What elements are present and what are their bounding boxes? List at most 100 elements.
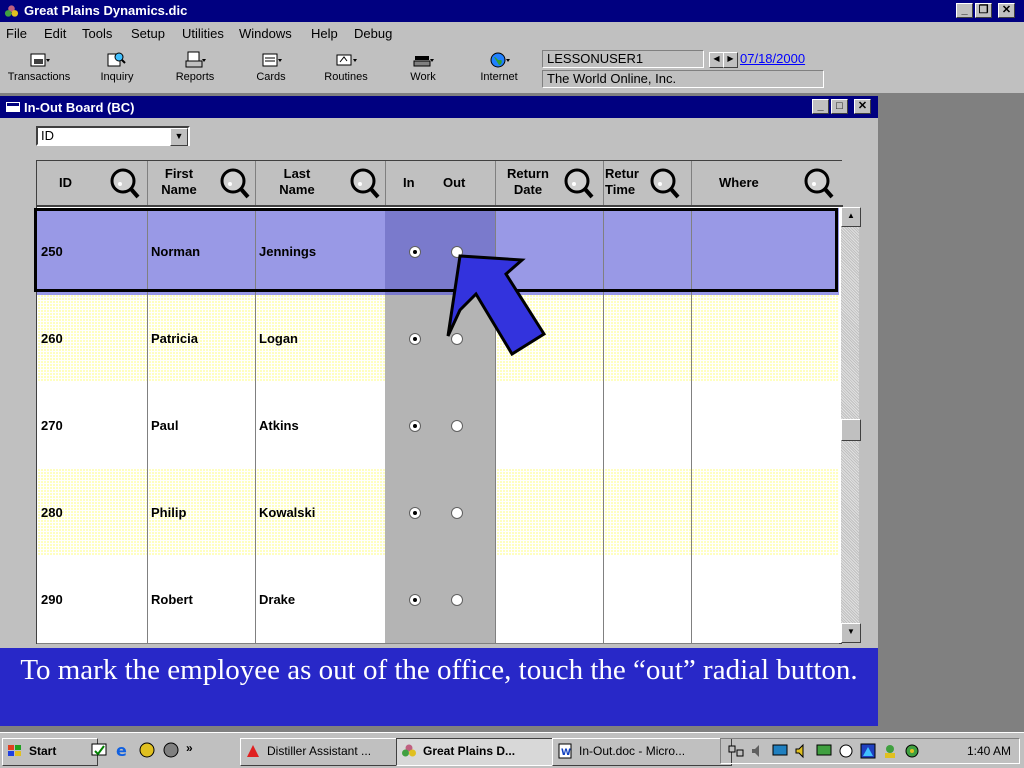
employee-id: 270 [41,418,63,433]
lookup-where-icon[interactable] [801,165,835,201]
out-radio[interactable] [451,507,463,519]
out-radio[interactable] [451,594,463,606]
svg-text:e: e [116,741,127,759]
volume-icon[interactable] [749,742,767,760]
in-radio[interactable] [409,420,421,432]
cell-last-name: Drake [255,556,386,643]
window-maximize-button[interactable]: □ [831,99,848,114]
task-great-plains[interactable]: Great Plains D... [396,738,576,766]
window-icon [6,102,20,112]
task-distiller-assistant[interactable]: Distiller Assistant ... [240,738,420,766]
employee-id: 260 [41,331,63,346]
in-radio[interactable] [409,594,421,606]
routines-label: Routines [324,71,368,83]
inquiry-icon [107,52,126,67]
svg-text:W: W [561,748,571,758]
network-icon[interactable] [727,742,745,760]
window-close-button[interactable]: ✕ [854,99,871,114]
scroll-up-icon[interactable]: ▲ [841,207,861,227]
lookup-id-icon[interactable] [107,165,141,201]
start-button[interactable]: Start [2,738,98,766]
cell-last-name: Atkins [255,382,386,469]
quick-launch-icon[interactable] [162,741,180,759]
cell-where[interactable] [691,469,839,556]
cell-return-date[interactable] [495,556,604,643]
cell-return-time[interactable] [603,295,692,382]
menu-help[interactable]: Help [311,26,338,41]
table-row[interactable]: 290 Robert Drake [37,556,839,644]
cell-return-time[interactable] [603,556,692,643]
gear-icon[interactable] [903,742,921,760]
word-document-icon: W [558,743,572,759]
monitor-icon[interactable] [771,742,789,760]
header-return-date-label: Return Date [507,166,549,197]
cell-return-time[interactable] [603,469,692,556]
menu-utilities[interactable]: Utilities [182,26,224,41]
reports-button[interactable]: Reports [160,48,230,90]
restore-button[interactable]: ❐ [975,3,992,18]
transactions-button[interactable]: Transactions [4,48,74,90]
cell-return-date[interactable] [495,382,604,469]
cell-return-time[interactable] [603,382,692,469]
task-in-out-doc[interactable]: W In-Out.doc - Micro... [552,738,732,766]
internet-explorer-icon[interactable]: e [114,741,132,759]
lookup-last-name-icon[interactable] [347,165,381,201]
sort-by-dropdown[interactable]: ID ▼ [36,126,190,146]
speaker-icon[interactable] [793,742,811,760]
menu-debug[interactable]: Debug [354,26,392,41]
cell-where[interactable] [691,556,839,643]
menu-file[interactable]: File [6,26,27,41]
window-title: In-Out Board (BC) [24,100,135,115]
cell-return-date[interactable] [495,469,604,556]
inquiry-button[interactable]: Inquiry [82,48,152,90]
task-scheduler-icon[interactable] [859,742,877,760]
routines-button[interactable]: Routines [311,48,381,90]
table-row[interactable]: 270 Paul Atkins [37,382,839,470]
lookup-first-name-icon[interactable] [217,165,251,201]
window-minimize-button[interactable]: _ [812,99,829,114]
grid-scrollbar[interactable]: ▲ ▼ [841,207,861,643]
system-tray: 1:40 AM [720,738,1020,764]
chevron-down-icon[interactable]: ▼ [170,128,188,146]
work-button[interactable]: Work [388,48,458,90]
start-label: Start [29,744,57,758]
menu-tools[interactable]: Tools [82,26,112,41]
antivirus-icon[interactable] [837,742,855,760]
in-radio[interactable] [409,333,421,345]
sort-by-value: ID [41,128,54,143]
app-title-bar: Great Plains Dynamics.dic _ ❐ ✕ [0,0,1024,22]
minimize-button[interactable]: _ [956,3,973,18]
menu-edit[interactable]: Edit [44,26,66,41]
internet-button[interactable]: Internet [464,48,534,90]
out-radio[interactable] [451,420,463,432]
employee-first-name: Philip [151,505,187,520]
menu-setup[interactable]: Setup [131,26,165,41]
cell-in-out [385,382,496,469]
menu-windows[interactable]: Windows [239,26,292,41]
messenger-icon[interactable] [881,742,899,760]
header-out-label: Out [443,175,466,190]
scroll-thumb[interactable] [841,419,861,441]
cell-where[interactable] [691,295,839,382]
lookup-return-time-icon[interactable] [647,165,681,201]
cards-button[interactable]: Cards [236,48,306,90]
work-label: Work [410,71,436,83]
instruction-caption: To mark the employee as out of the offic… [0,648,878,726]
desktop-icon[interactable] [90,741,108,759]
display-icon[interactable] [815,742,833,760]
table-row[interactable]: 280 Philip Kowalski [37,469,839,557]
cell-where[interactable] [691,382,839,469]
taskbar: Start e » Distiller Assistant ... Great … [0,732,1024,768]
previous-arrow-icon[interactable]: ◀ [709,52,724,68]
outlook-icon[interactable] [138,741,156,759]
transactions-icon [30,53,50,67]
user-date-link[interactable]: 07/18/2000 [740,51,805,66]
more-chevron-icon[interactable]: » [186,741,193,755]
scroll-down-icon[interactable]: ▼ [841,623,861,643]
task-label: Distiller Assistant ... [267,744,372,758]
next-arrow-icon[interactable]: ▶ [723,52,738,68]
in-radio[interactable] [409,507,421,519]
close-button[interactable]: ✕ [998,3,1015,18]
lookup-return-date-icon[interactable] [561,165,595,201]
cards-label: Cards [256,71,286,83]
